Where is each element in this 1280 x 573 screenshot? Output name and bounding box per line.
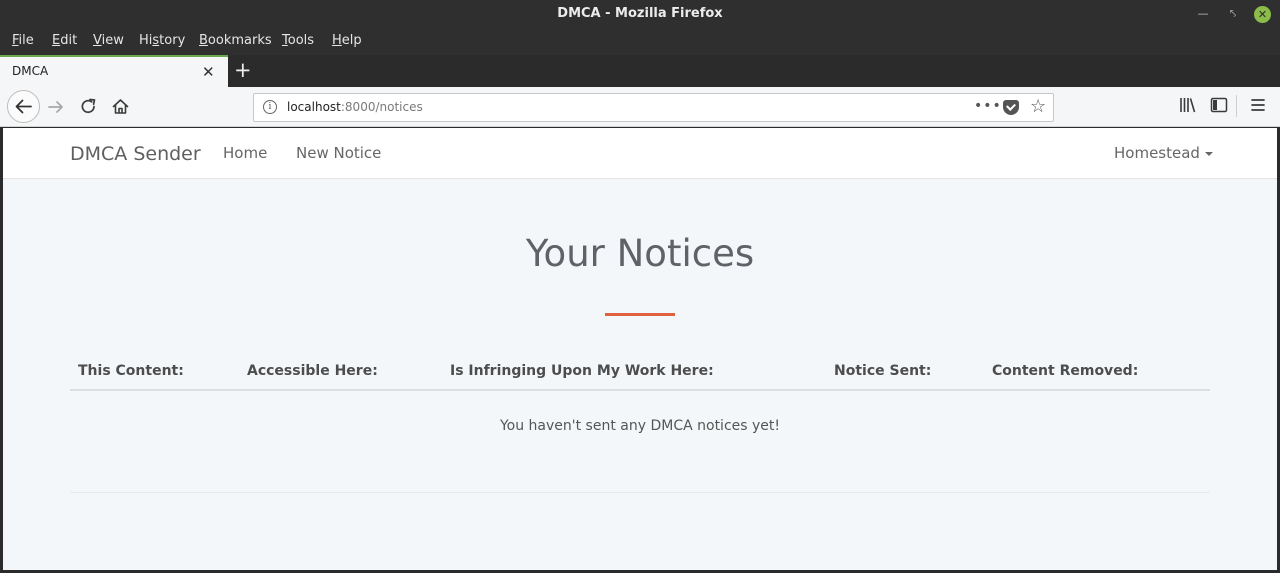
tab-strip: DMCA ✕ + [0, 55, 1280, 87]
close-tab-icon[interactable]: ✕ [202, 63, 215, 81]
menu-help[interactable]: Help [332, 33, 362, 48]
toolbar-separator [1236, 95, 1237, 117]
page-actions-icon[interactable]: ••• [974, 98, 1002, 114]
table-header-divider [70, 389, 1210, 391]
back-button[interactable] [7, 90, 40, 123]
tab-label: DMCA [12, 64, 49, 78]
site-brand[interactable]: DMCA Sender [70, 143, 201, 165]
navigation-toolbar: i localhost:8000/notices ••• ☆ [0, 87, 1280, 127]
maximize-icon[interactable]: ⤣ [1225, 6, 1241, 22]
menu-view[interactable]: View [93, 33, 124, 48]
reload-icon[interactable] [79, 97, 98, 116]
tab-dmca[interactable]: DMCA ✕ [0, 55, 228, 87]
menu-bookmarks[interactable]: Bookmarks [199, 33, 272, 48]
caret-down-icon [1204, 151, 1213, 156]
minimize-icon[interactable]: — [1195, 6, 1211, 22]
menu-history[interactable]: History [139, 33, 185, 48]
empty-table-message: You haven't sent any DMCA notices yet! [499, 418, 781, 434]
title-divider [605, 313, 675, 316]
window-title: DMCA - Mozilla Firefox [557, 6, 723, 21]
menu-bar: File Edit View History Bookmarks Tools H… [0, 28, 1280, 55]
sidebar-icon[interactable] [1210, 96, 1228, 114]
column-header-content-removed: Content Removed: [992, 363, 1139, 379]
column-header-infringing: Is Infringing Upon My Work Here: [450, 363, 714, 379]
menu-edit[interactable]: Edit [52, 33, 77, 48]
url-bar[interactable]: i localhost:8000/notices ••• ☆ [253, 93, 1054, 122]
page-title: Your Notices [525, 232, 755, 275]
library-icon[interactable] [1179, 96, 1197, 114]
pocket-icon[interactable] [1003, 100, 1019, 115]
url-text[interactable]: localhost:8000/notices [287, 100, 423, 114]
bookmark-star-icon[interactable]: ☆ [1030, 96, 1046, 117]
page-viewport: DMCA Sender Home New Notice Homestead Yo… [3, 128, 1277, 570]
menu-tools[interactable]: Tools [282, 33, 314, 48]
table-bottom-divider [70, 492, 1210, 493]
site-navbar: DMCA Sender Home New Notice Homestead [3, 128, 1277, 179]
menu-file[interactable]: File [12, 33, 34, 48]
home-icon[interactable] [111, 97, 130, 116]
column-header-content: This Content: [78, 363, 184, 379]
user-dropdown[interactable]: Homestead [1114, 144, 1213, 162]
new-tab-icon[interactable]: + [234, 58, 252, 82]
window-titlebar: DMCA - Mozilla Firefox — ⤣ ✕ [0, 0, 1280, 28]
close-window-icon[interactable]: ✕ [1254, 6, 1271, 23]
info-icon[interactable]: i [263, 100, 277, 114]
back-icon [15, 99, 32, 114]
nav-new-notice-link[interactable]: New Notice [296, 144, 381, 162]
nav-home-link[interactable]: Home [223, 144, 267, 162]
forward-icon[interactable] [46, 97, 66, 117]
hamburger-menu-icon[interactable] [1249, 96, 1267, 114]
column-header-notice-sent: Notice Sent: [834, 363, 932, 379]
column-header-accessible: Accessible Here: [247, 363, 378, 379]
user-name: Homestead [1114, 144, 1200, 162]
